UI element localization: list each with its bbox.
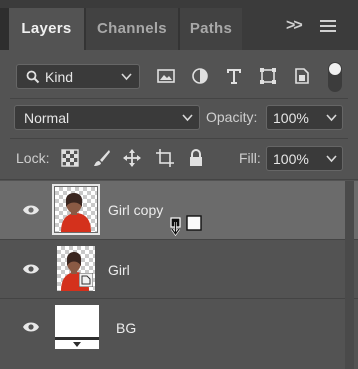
layer-thumbnail bbox=[55, 305, 99, 349]
smart-object-badge-icon bbox=[79, 273, 93, 287]
fill-label: Fill: bbox=[239, 150, 261, 166]
eye-icon[interactable] bbox=[22, 263, 40, 275]
filter-kind-label: Kind bbox=[45, 69, 74, 85]
divider bbox=[10, 98, 348, 99]
blend-mode-value: Normal bbox=[24, 110, 70, 126]
eye-icon[interactable] bbox=[22, 321, 40, 333]
layers-scrollbar[interactable] bbox=[345, 181, 354, 369]
layer-thumbnail bbox=[52, 184, 100, 235]
tab-paths[interactable]: Paths bbox=[180, 8, 242, 50]
fill-value: 100% bbox=[273, 151, 309, 167]
layer-row-bg[interactable]: BG bbox=[0, 299, 358, 357]
chevron-down-icon bbox=[121, 73, 132, 81]
lock-label: Lock: bbox=[16, 150, 50, 166]
chevron-down-icon[interactable] bbox=[326, 112, 337, 123]
layer-row-girl[interactable]: Girl bbox=[0, 240, 358, 298]
layer-name[interactable]: BG bbox=[116, 320, 136, 336]
blend-mode-select[interactable]: Normal bbox=[14, 105, 200, 130]
opacity-value: 100% bbox=[273, 110, 309, 126]
lock-transparent-pixels-icon[interactable] bbox=[60, 148, 80, 168]
tab-layers[interactable]: Layers bbox=[9, 8, 84, 50]
eye-icon[interactable] bbox=[22, 204, 40, 216]
hamburger-menu-icon[interactable] bbox=[320, 20, 336, 34]
lock-all-icon[interactable] bbox=[186, 148, 206, 168]
shape-filter-icon[interactable] bbox=[258, 66, 278, 86]
layers-panel: Layers Channels Paths >> Kind Normal Opa… bbox=[0, 0, 358, 369]
tab-bar-edge bbox=[0, 8, 9, 50]
chevron-down-icon bbox=[182, 114, 193, 122]
layer-name[interactable]: Girl copy bbox=[108, 202, 163, 218]
double-chevron-right-icon[interactable]: >> bbox=[286, 17, 303, 35]
chevron-down-icon[interactable] bbox=[326, 153, 337, 164]
image-filter-icon[interactable] bbox=[156, 66, 176, 86]
type-filter-icon[interactable] bbox=[224, 66, 244, 86]
layer-name[interactable]: Girl bbox=[108, 262, 130, 278]
divider bbox=[0, 179, 358, 180]
move-cursor-icon bbox=[170, 215, 202, 237]
tab-channels[interactable]: Channels bbox=[86, 8, 178, 50]
search-icon bbox=[26, 70, 40, 84]
fill-field[interactable]: 100% bbox=[266, 146, 343, 171]
girl-figure-icon bbox=[61, 193, 91, 232]
adjustment-filter-icon[interactable] bbox=[190, 66, 210, 86]
lock-image-pixels-icon[interactable] bbox=[92, 148, 112, 168]
filter-toggle[interactable] bbox=[328, 62, 342, 92]
filter-kind-select[interactable]: Kind bbox=[16, 64, 140, 89]
opacity-label: Opacity: bbox=[206, 109, 258, 125]
panel-tab-bar: Layers Channels Paths >> bbox=[0, 0, 358, 50]
lock-position-icon[interactable] bbox=[122, 148, 142, 168]
smart-object-filter-icon[interactable] bbox=[292, 66, 312, 86]
divider bbox=[10, 138, 348, 139]
lock-artboard-icon[interactable] bbox=[155, 148, 175, 168]
opacity-field[interactable]: 100% bbox=[266, 105, 343, 130]
toggle-knob bbox=[329, 63, 341, 75]
artboard-badge-icon bbox=[55, 337, 99, 347]
drag-cursor bbox=[170, 215, 204, 242]
